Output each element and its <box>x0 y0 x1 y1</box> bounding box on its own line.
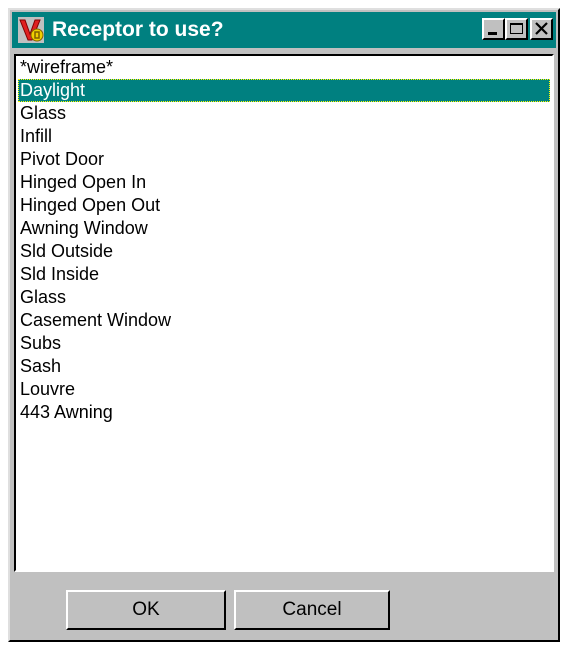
list-item[interactable]: Hinged Open Out <box>18 194 550 217</box>
list-item[interactable]: Glass <box>18 286 550 309</box>
receptor-dialog: Receptor to use? *wireframe* Daylight Glas… <box>8 8 560 642</box>
list-item[interactable]: Glass <box>18 102 550 125</box>
list-item[interactable]: Pivot Door <box>18 148 550 171</box>
list-item[interactable]: Awning Window <box>18 217 550 240</box>
close-icon <box>535 22 548 35</box>
window-title: Receptor to use? <box>52 18 224 41</box>
maximize-button[interactable] <box>505 18 528 40</box>
maximize-icon <box>510 23 523 34</box>
list-item[interactable]: Sash <box>18 355 550 378</box>
list-item[interactable]: Sld Inside <box>18 263 550 286</box>
list-item[interactable]: Daylight <box>18 79 550 102</box>
minimize-button[interactable] <box>482 18 505 40</box>
minimize-icon <box>488 32 497 35</box>
list-item[interactable]: Subs <box>18 332 550 355</box>
list-item[interactable]: Hinged Open In <box>18 171 550 194</box>
receptor-list[interactable]: *wireframe* Daylight Glass Infill Pivot Door… <box>14 54 554 572</box>
list-item[interactable]: Louvre <box>18 378 550 401</box>
list-item[interactable]: 443 Awning <box>18 401 550 424</box>
list-item[interactable]: Casement Window <box>18 309 550 332</box>
button-bar: OK Cancel <box>10 576 558 640</box>
list-item[interactable]: Sld Outside <box>18 240 550 263</box>
ok-button[interactable]: OK <box>66 590 226 630</box>
cancel-button[interactable]: Cancel <box>234 590 390 630</box>
list-item[interactable]: Infill <box>18 125 550 148</box>
title-bar[interactable]: Receptor to use? <box>12 12 556 48</box>
close-button[interactable] <box>530 18 553 40</box>
v6-app-icon[interactable] <box>18 17 44 43</box>
list-item[interactable]: *wireframe* <box>18 56 550 79</box>
